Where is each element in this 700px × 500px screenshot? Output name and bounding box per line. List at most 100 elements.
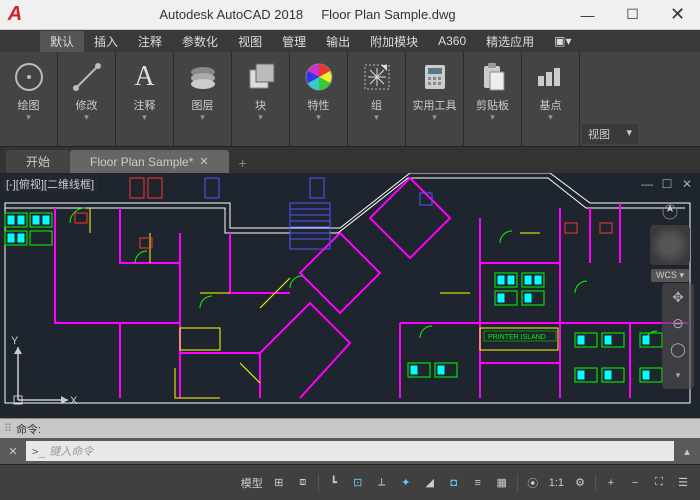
status-osnap-icon[interactable]: ◘ — [443, 472, 465, 494]
viewport-controls: — ☐ ✕ — [640, 177, 694, 191]
tab-label: 开始 — [26, 153, 50, 170]
ribbon-panel-modify[interactable]: 修改▾ — [58, 52, 116, 146]
status-customize-icon[interactable]: ☰ — [672, 472, 694, 494]
window-title: Autodesk AutoCAD 2018 Floor Plan Sample.… — [30, 7, 565, 22]
close-cmd-icon[interactable]: ✕ — [4, 442, 22, 460]
ribbon-panel-base[interactable]: 基点▾ — [522, 52, 580, 146]
chevron-down-icon: ▾ — [84, 112, 89, 123]
chevron-down-icon: ▾ — [548, 112, 553, 123]
ribbon-panel-group[interactable]: 组▾ — [348, 52, 406, 146]
drawing-canvas[interactable]: PRINTER ISLAND — [0, 173, 700, 418]
chevron-down-icon: ▾ — [432, 112, 437, 123]
viewport-close-icon[interactable]: ✕ — [680, 177, 694, 191]
separator — [517, 474, 518, 492]
utilities-icon — [416, 58, 454, 96]
ribbon-panel-annotate[interactable]: A 注释▾ — [116, 52, 174, 146]
status-model[interactable]: 模型 — [238, 475, 266, 491]
ribbon-panel-layers[interactable]: 图层▾ — [174, 52, 232, 146]
ribbon-panel-block[interactable]: 块▾ — [232, 52, 290, 146]
chevron-down-icon: ▾ — [258, 112, 263, 123]
status-gear-icon[interactable]: ⚙ — [569, 472, 591, 494]
title-bar: A Autodesk AutoCAD 2018 Floor Plan Sampl… — [0, 0, 700, 30]
menu-view[interactable]: 视图 — [228, 31, 272, 52]
block-icon — [242, 58, 280, 96]
chevron-down-icon: ▾ — [26, 112, 31, 123]
grip-icon[interactable]: ⠿ — [4, 422, 12, 435]
menu-output[interactable]: 输出 — [316, 31, 360, 52]
clipboard-icon — [474, 58, 512, 96]
status-polar-icon[interactable]: ✦ — [395, 472, 417, 494]
viewport-minimize-icon[interactable]: — — [640, 177, 654, 191]
status-transparency-icon[interactable]: ▦ — [491, 472, 513, 494]
status-snap-icon[interactable]: ⧈ — [292, 472, 314, 494]
viewcube[interactable] — [650, 225, 690, 265]
status-workspace-icon[interactable]: ⛶ — [648, 472, 670, 494]
minimize-button[interactable]: — — [565, 0, 610, 30]
draw-icon — [10, 58, 48, 96]
status-dynamic-icon[interactable]: ⊡ — [347, 472, 369, 494]
nav-zoom-icon[interactable]: ⊖ — [668, 313, 688, 333]
command-line: ✕ >_ 键入命令 ▴ — [0, 438, 700, 464]
status-ortho-icon[interactable]: ⟂ — [371, 472, 393, 494]
status-scale[interactable]: 1:1 — [546, 477, 567, 489]
status-iso-icon[interactable]: ◢ — [419, 472, 441, 494]
command-input[interactable]: >_ 键入命令 — [26, 441, 674, 461]
status-lineweight-icon[interactable]: ≡ — [467, 472, 489, 494]
ribbon-panel-draw[interactable]: 绘图▾ — [0, 52, 58, 146]
menu-a360[interactable]: A360 — [428, 32, 476, 50]
tab-add-button[interactable]: + — [233, 153, 253, 173]
window-controls: — ☐ ✕ — [565, 0, 700, 30]
ucs-icon[interactable]: X Y — [8, 335, 78, 410]
ribbon-view-dropdown[interactable]: 视图▾ — [580, 52, 640, 146]
ribbon-panel-clipboard[interactable]: 剪贴板▾ — [464, 52, 522, 146]
compass-icon[interactable] — [661, 203, 679, 221]
zoom-out-button[interactable]: − — [624, 472, 646, 494]
chevron-down-icon: ▾ — [200, 112, 205, 123]
tab-close-icon[interactable]: ✕ — [199, 155, 208, 168]
maximize-button[interactable]: ☐ — [610, 0, 655, 30]
ribbon-view-label: 视图 — [588, 126, 610, 142]
status-infer-icon[interactable]: ┗ — [323, 472, 345, 494]
document-tabs: 开始 Floor Plan Sample* ✕ + — [0, 147, 700, 173]
properties-icon — [300, 58, 338, 96]
menu-annotate[interactable]: 注释 — [128, 31, 172, 52]
menu-addins[interactable]: 附加模块 — [360, 31, 428, 52]
status-grid-icon[interactable]: ⊞ — [268, 472, 290, 494]
menu-manage[interactable]: 管理 — [272, 31, 316, 52]
menu-bar: 默认 插入 注释 参数化 视图 管理 输出 附加模块 A360 精选应用 ▣▾ — [0, 30, 700, 52]
svg-text:X: X — [70, 395, 78, 407]
command-label: 命令: — [16, 421, 41, 437]
separator — [595, 474, 596, 492]
ribbon-label: 修改 — [76, 100, 98, 112]
wcs-badge[interactable]: WCS ▾ — [651, 269, 689, 282]
viewcube-area: WCS ▾ — [646, 203, 694, 282]
menu-default[interactable]: 默认 — [40, 31, 84, 52]
tab-label: Floor Plan Sample* — [90, 155, 193, 169]
chevron-down-icon: ▾ — [316, 112, 321, 123]
status-annoscale-icon[interactable]: ⦿ — [522, 472, 544, 494]
ribbon-label: 实用工具 — [413, 100, 457, 112]
drawing-area[interactable]: [-][俯视][二维线框] — ☐ ✕ WCS ▾ ✥ ⊖ ◯ ▾ — [0, 173, 700, 418]
zoom-in-button[interactable]: + — [600, 472, 622, 494]
menu-insert[interactable]: 插入 — [84, 31, 128, 52]
tab-home[interactable]: 开始 — [6, 150, 70, 173]
viewport-label[interactable]: [-][俯视][二维线框] — [2, 175, 98, 193]
menu-expand-icon[interactable]: ▣▾ — [544, 32, 581, 50]
recent-cmd-icon[interactable]: ▴ — [678, 442, 696, 460]
command-history[interactable]: ⠿ 命令: — [0, 418, 700, 438]
nav-chevron-icon[interactable]: ▾ — [668, 365, 688, 385]
menu-parametric[interactable]: 参数化 — [172, 31, 228, 52]
layers-icon — [184, 58, 222, 96]
viewport-maximize-icon[interactable]: ☐ — [660, 177, 674, 191]
app-logo[interactable]: A — [0, 0, 30, 30]
close-button[interactable]: ✕ — [655, 0, 700, 30]
ribbon-panel-utilities[interactable]: 实用工具▾ — [406, 52, 464, 146]
menu-featured[interactable]: 精选应用 — [476, 31, 544, 52]
ribbon-label: 特性 — [308, 100, 330, 112]
nav-orbit-icon[interactable]: ◯ — [668, 339, 688, 359]
ribbon-panel-properties[interactable]: 特性▾ — [290, 52, 348, 146]
ribbon-label: 绘图 — [18, 100, 40, 112]
ribbon: 绘图▾ 修改▾ A 注释▾ 图层▾ 块▾ 特性▾ 组▾ 实用工具▾ 剪贴板▾ 基… — [0, 52, 700, 147]
tab-active-document[interactable]: Floor Plan Sample* ✕ — [70, 150, 229, 173]
nav-pan-icon[interactable]: ✥ — [668, 287, 688, 307]
